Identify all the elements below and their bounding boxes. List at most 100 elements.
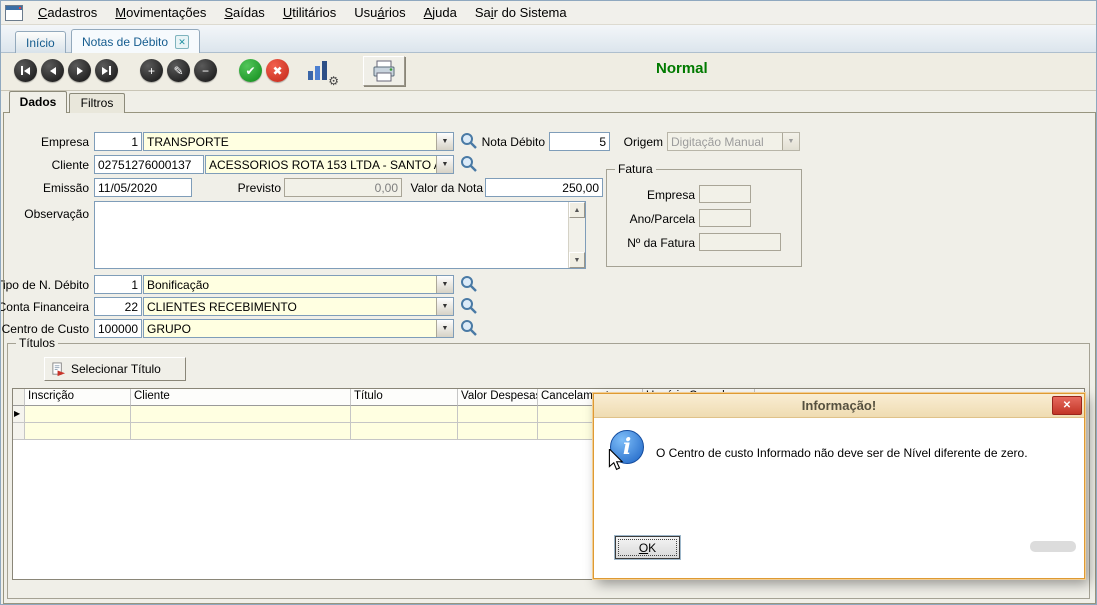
fatura-ano-parcela-label: Ano/Parcela [611, 212, 695, 226]
nota-debito-label: Nota Débito [477, 135, 545, 149]
origem-combo: Digitação Manual ▼ [667, 132, 800, 151]
nav-next-button[interactable] [68, 59, 91, 82]
grid-col-cliente[interactable]: Cliente [131, 389, 351, 406]
conta-financeira-combo[interactable]: CLIENTES RECEBIMENTO ▼ [143, 297, 454, 316]
gear-icon: ⚙ [328, 74, 339, 88]
menu-sair[interactable]: Sair do Sistema [466, 1, 576, 24]
empresa-label: Empresa [1, 135, 89, 149]
scroll-up-icon[interactable]: ▲ [569, 202, 585, 218]
plus-icon: + [148, 65, 155, 77]
chevron-down-icon[interactable]: ▼ [436, 298, 453, 315]
delete-button[interactable]: − [194, 59, 217, 82]
fatura-ano-parcela-field [699, 209, 751, 227]
dialog-grip [1030, 541, 1076, 552]
dialog-close-button[interactable]: ✕ [1052, 396, 1082, 415]
cliente-combo[interactable]: ACESSORIOS ROTA 153 LTDA - SANTO ANTON ▼ [205, 155, 454, 174]
empresa-code-field[interactable] [94, 132, 142, 151]
grid-col-inscricao[interactable]: Inscrição [25, 389, 131, 406]
document-tabstrip: Início Notas de Débito ✕ [1, 25, 1096, 53]
grid-col-valor-despesas[interactable]: Valor Despesas [458, 389, 538, 406]
fatura-num-field [699, 233, 781, 251]
first-icon [21, 66, 23, 75]
dialog-titlebar[interactable]: Informação! ✕ [594, 394, 1084, 418]
emissao-label: Emissão [1, 181, 89, 195]
conta-financeira-search-icon[interactable] [459, 296, 479, 316]
menu-bar: Cadastros Movimentações Saídas Utilitári… [1, 1, 1096, 25]
scroll-down-icon[interactable]: ▼ [569, 252, 585, 268]
tab-inicio[interactable]: Início [15, 31, 66, 53]
confirm-button[interactable]: ✔ [239, 59, 262, 82]
observacao-textarea[interactable] [95, 202, 568, 268]
emissao-field[interactable] [94, 178, 192, 197]
titulos-group-title: Títulos [16, 336, 58, 350]
chart-config-button[interactable]: ⚙ [307, 58, 337, 85]
observacao-label: Observação [1, 207, 89, 221]
fatura-empresa-field [699, 185, 751, 203]
chevron-down-icon[interactable]: ▼ [436, 320, 453, 337]
centro-custo-code-field[interactable] [94, 319, 142, 338]
check-icon: ✔ [245, 65, 255, 77]
chevron-down-icon[interactable]: ▼ [436, 133, 453, 150]
menu-ajuda[interactable]: Ajuda [415, 1, 466, 24]
origem-label: Origem [599, 135, 663, 149]
centro-custo-label: Centro de Custo [0, 322, 89, 336]
conta-financeira-code-field[interactable] [94, 297, 142, 316]
empresa-search-icon[interactable] [459, 131, 479, 151]
tab-close-icon[interactable]: ✕ [175, 35, 189, 49]
tipo-debito-combo[interactable]: Bonificação ▼ [143, 275, 454, 294]
subtab-dados[interactable]: Dados [9, 91, 67, 113]
prev-icon [50, 67, 56, 75]
next-icon [77, 67, 83, 75]
empresa-combo[interactable]: TRANSPORTE ▼ [143, 132, 454, 151]
info-dialog: Informação! ✕ i O Centro de custo Inform… [593, 393, 1085, 579]
record-status: Normal [656, 60, 708, 77]
cliente-label: Cliente [1, 158, 89, 172]
menu-utilitarios[interactable]: Utilitários [274, 1, 345, 24]
ok-button[interactable]: OK [615, 536, 680, 559]
selecionar-titulo-button[interactable]: Selecionar Título [44, 357, 186, 381]
menu-usuarios[interactable]: Usuários [345, 1, 414, 24]
nav-prev-button[interactable] [41, 59, 64, 82]
memo-scrollbar[interactable]: ▲ ▼ [568, 202, 585, 268]
chevron-down-icon[interactable]: ▼ [436, 276, 453, 293]
app-icon [5, 5, 23, 21]
fatura-group-title: Fatura [615, 162, 656, 176]
mouse-cursor-icon [608, 449, 624, 471]
app-window: Cadastros Movimentações Saídas Utilitári… [0, 0, 1097, 605]
conta-financeira-label: Conta Financeira [0, 300, 89, 314]
menu-cadastros[interactable]: Cadastros [29, 1, 106, 24]
dialog-message: O Centro de custo Informado não deve ser… [656, 446, 1068, 460]
valor-nota-label: Valor da Nota [395, 181, 483, 195]
edit-button[interactable]: ✎ [167, 59, 190, 82]
nav-first-button[interactable] [14, 59, 37, 82]
centro-custo-search-icon[interactable] [459, 318, 479, 338]
toolbar [1, 53, 1096, 91]
fatura-num-label: Nº da Fatura [611, 236, 695, 250]
valor-nota-field[interactable] [485, 178, 603, 197]
grid-col-titulo[interactable]: Título [351, 389, 458, 406]
add-button[interactable]: + [140, 59, 163, 82]
select-document-icon [51, 362, 66, 377]
dialog-title: Informação! [802, 398, 876, 413]
previsto-label: Previsto [193, 181, 281, 195]
cliente-code-field[interactable] [94, 155, 204, 174]
menu-movimentacoes[interactable]: Movimentações [106, 1, 215, 24]
printer-icon [372, 60, 396, 82]
chevron-down-icon[interactable]: ▼ [436, 156, 453, 173]
print-button[interactable] [363, 56, 405, 86]
subtab-filtros[interactable]: Filtros [69, 93, 125, 113]
nav-last-button[interactable] [95, 59, 118, 82]
tipo-debito-label: Tipo de N. Débito [0, 278, 89, 292]
menu-saidas[interactable]: Saídas [215, 1, 273, 24]
cancel-button[interactable]: ✖ [266, 59, 289, 82]
cliente-search-icon[interactable] [459, 154, 479, 174]
previsto-field [284, 178, 402, 197]
last-icon [102, 67, 108, 75]
centro-custo-combo[interactable]: GRUPO ▼ [143, 319, 454, 338]
grid-indicator-header [13, 389, 25, 406]
tipo-debito-search-icon[interactable] [459, 274, 479, 294]
fatura-group: Fatura Empresa Ano/Parcela Nº da Fatura [606, 169, 802, 267]
tab-notas-de-debito[interactable]: Notas de Débito ✕ [71, 29, 200, 53]
observacao-memo[interactable]: ▲ ▼ [94, 201, 586, 269]
tipo-debito-code-field[interactable] [94, 275, 142, 294]
